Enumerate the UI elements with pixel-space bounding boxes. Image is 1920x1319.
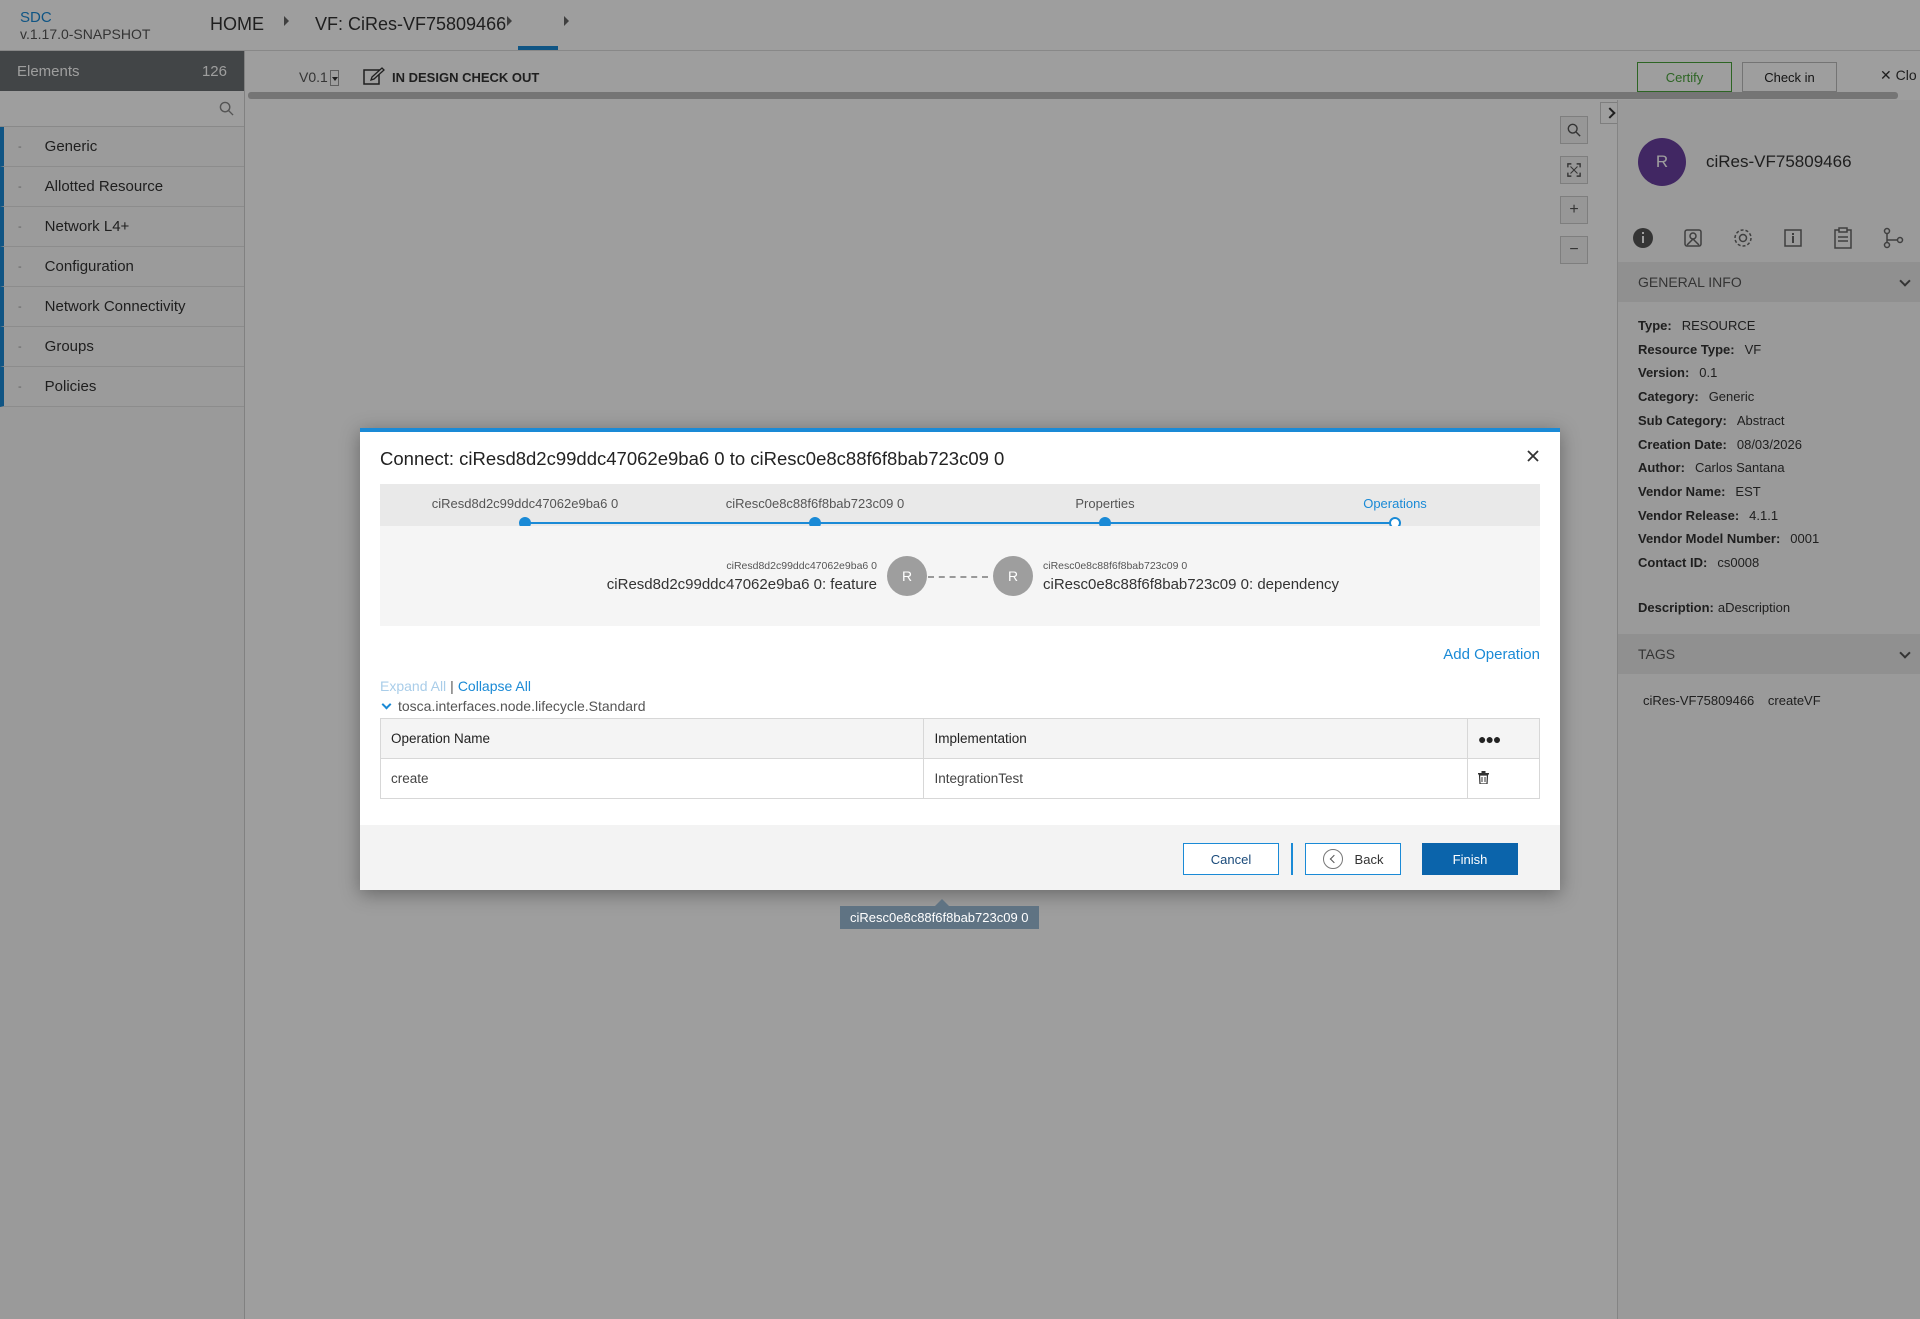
modal-footer: Cancel Back Finish	[360, 825, 1560, 890]
button-divider	[1291, 843, 1293, 875]
chevron-down-icon	[381, 699, 392, 709]
cancel-button[interactable]: Cancel	[1183, 843, 1279, 875]
close-icon[interactable]	[1526, 449, 1540, 463]
column-header-actions: ●●●	[1467, 718, 1540, 759]
column-header-implementation[interactable]: Implementation	[923, 718, 1469, 759]
node-tooltip: ciResc0e8c88f6f8bab723c09 0	[840, 899, 1039, 929]
step-label[interactable]: ciResc0e8c88f6f8bab723c09 0	[726, 496, 905, 511]
separator: |	[450, 678, 454, 694]
table-header-row: Operation Name Implementation ●●●	[379, 718, 1540, 759]
relation-preview: ciResd8d2c99ddc47062e9ba6 0 ciResd8d2c99…	[380, 526, 1540, 626]
to-instance-name: ciResc0e8c88f6f8bab723c09 0	[1043, 560, 1188, 572]
operation-name-cell[interactable]: create	[379, 758, 925, 799]
expand-collapse-controls: Expand All | Collapse All	[380, 678, 531, 694]
step-label[interactable]: Properties	[1075, 496, 1134, 511]
interface-name: tosca.interfaces.node.lifecycle.Standard	[398, 698, 646, 714]
modal-title: Connect: ciResd8d2c99ddc47062e9ba6 0 to …	[380, 448, 1005, 469]
step-label[interactable]: ciResd8d2c99ddc47062e9ba6 0	[432, 496, 619, 511]
operations-table: Operation Name Implementation ●●● create…	[379, 718, 1540, 799]
from-capability: ciResd8d2c99ddc47062e9ba6 0: feature	[606, 576, 877, 593]
finish-button[interactable]: Finish	[1422, 843, 1518, 875]
add-operation-link[interactable]: Add Operation	[1443, 646, 1540, 663]
collapse-all-link[interactable]: Collapse All	[458, 678, 531, 694]
wizard-stepper: ciResd8d2c99ddc47062e9ba6 0 ciResc0e8c88…	[380, 484, 1540, 529]
connect-modal: Connect: ciResd8d2c99ddc47062e9ba6 0 to …	[360, 428, 1560, 890]
implementation-cell[interactable]: IntegrationTest	[923, 758, 1469, 799]
trash-icon[interactable]	[1478, 770, 1490, 785]
relation-dashed-line	[928, 576, 988, 578]
back-arrow-icon	[1322, 849, 1343, 869]
column-header-operation-name[interactable]: Operation Name	[379, 718, 925, 759]
to-node-icon: R	[993, 556, 1033, 596]
step-label-active[interactable]: Operations	[1363, 496, 1427, 511]
back-button[interactable]: Back	[1305, 843, 1401, 875]
more-options-icon: ●●●	[1478, 730, 1501, 747]
back-label: Back	[1354, 851, 1384, 867]
interface-group-header[interactable]: tosca.interfaces.node.lifecycle.Standard	[380, 698, 645, 714]
from-node-icon: R	[887, 556, 927, 596]
actions-cell	[1467, 758, 1540, 799]
from-instance-name: ciResd8d2c99ddc47062e9ba6 0	[726, 560, 877, 572]
step-progress-line	[525, 522, 1395, 524]
expand-all-link[interactable]: Expand All	[380, 678, 446, 694]
to-requirement: ciResc0e8c88f6f8bab723c09 0: dependency	[1043, 576, 1340, 593]
table-row[interactable]: create IntegrationTest	[379, 758, 1540, 799]
